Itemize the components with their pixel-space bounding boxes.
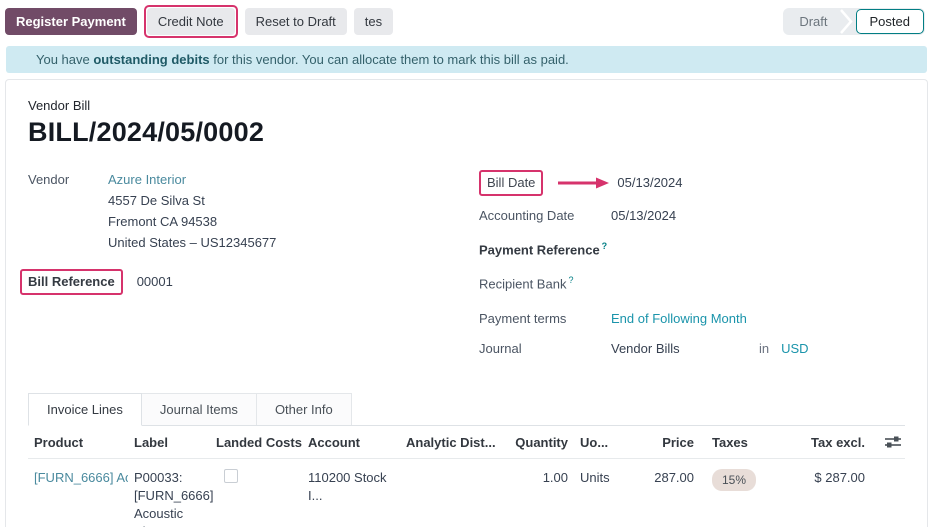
invoice-lines-header: Product Label Landed Costs Account Analy… xyxy=(28,426,905,459)
vendor-value: Azure Interior 4557 De Silva St Fremont … xyxy=(108,170,276,253)
tab-journal-items[interactable]: Journal Items xyxy=(142,393,257,425)
col-header-quantity[interactable]: Quantity xyxy=(496,435,574,450)
journal-label: Journal xyxy=(479,339,611,359)
help-icon[interactable]: ? xyxy=(568,275,573,285)
chevron-right-icon xyxy=(838,8,854,35)
banner-text-prefix: You have xyxy=(36,52,93,67)
line-taxes: 15% xyxy=(700,469,796,491)
col-header-analytic[interactable]: Analytic Dist... xyxy=(400,435,496,450)
payment-reference-field: Payment Reference? xyxy=(479,236,905,260)
line-quantity[interactable]: 1.00 xyxy=(496,469,574,487)
bill-reference-label: Bill Reference xyxy=(28,274,115,289)
status-draft[interactable]: Draft xyxy=(783,14,837,29)
banner-text-suffix: for this vendor. You can allocate them t… xyxy=(210,52,569,67)
help-icon[interactable]: ? xyxy=(602,241,608,251)
annotation-arrow-icon xyxy=(557,177,609,189)
payment-terms-field: Payment terms End of Following Month xyxy=(479,309,905,329)
line-label[interactable]: P00033: [FURN_6666] Acoustic Bloc Screen… xyxy=(128,469,210,527)
vendor-bill-page: Register Payment Credit Note Reset to Dr… xyxy=(0,0,933,527)
landed-costs-checkbox[interactable] xyxy=(224,469,238,483)
vendor-label: Vendor xyxy=(28,170,108,190)
outstanding-debits-link[interactable]: outstanding debits xyxy=(93,52,209,67)
accounting-date-value[interactable]: 05/13/2024 xyxy=(611,206,676,226)
bill-date-value[interactable]: 05/13/2024 xyxy=(617,173,682,193)
status-ribbon: Draft Posted xyxy=(783,8,925,35)
register-payment-button[interactable]: Register Payment xyxy=(5,8,137,35)
tax-badge[interactable]: 15% xyxy=(712,469,756,491)
notebook-tabs: Invoice Lines Journal Items Other Info xyxy=(28,393,905,426)
col-header-price[interactable]: Price xyxy=(632,435,700,450)
bill-form-sheet: Vendor Bill BILL/2024/05/0002 Vendor Azu… xyxy=(5,79,928,527)
journal-value[interactable]: Vendor Bills xyxy=(611,339,759,359)
accounting-date-field: Accounting Date 05/13/2024 xyxy=(479,206,905,226)
annotation-box-bill-date: Bill Date xyxy=(479,170,543,196)
toolbar-buttons: Register Payment Credit Note Reset to Dr… xyxy=(5,5,393,38)
bill-date-field: Bill Date 05/13/2024 xyxy=(479,170,905,196)
col-header-tax-excl[interactable]: Tax excl. xyxy=(796,435,871,450)
tes-button[interactable]: tes xyxy=(354,8,393,35)
accounting-date-label: Accounting Date xyxy=(479,206,611,226)
bill-reference-field: Bill Reference 00001 xyxy=(28,269,479,295)
annotation-box-credit-note: Credit Note xyxy=(144,5,238,38)
line-uom[interactable]: Units xyxy=(574,469,632,487)
col-header-product[interactable]: Product xyxy=(28,435,128,450)
vendor-field: Vendor Azure Interior 4557 De Silva St F… xyxy=(28,170,479,253)
col-header-uom[interactable]: Uo... xyxy=(574,435,632,450)
form-left-column: Vendor Azure Interior 4557 De Silva St F… xyxy=(28,170,479,369)
line-product-link[interactable]: [FURN_6666] Acoustic Bloc Screens xyxy=(28,469,128,487)
tab-other-info[interactable]: Other Info xyxy=(257,393,352,425)
col-header-label[interactable]: Label xyxy=(128,435,210,450)
reset-to-draft-button[interactable]: Reset to Draft xyxy=(245,8,347,35)
invoice-line-row[interactable]: [FURN_6666] Acoustic Bloc Screens P00033… xyxy=(28,459,905,527)
optional-columns-icon[interactable] xyxy=(871,435,905,449)
payment-terms-link[interactable]: End of Following Month xyxy=(611,309,747,329)
vendor-address-line1: 4557 De Silva St xyxy=(108,190,276,211)
vendor-address-line2: Fremont CA 94538 xyxy=(108,211,276,232)
document-type-label: Vendor Bill xyxy=(28,98,905,113)
payment-reference-label: Payment Reference? xyxy=(479,236,611,260)
status-posted[interactable]: Posted xyxy=(856,9,924,34)
bill-reference-value[interactable]: 00001 xyxy=(137,272,173,292)
annotation-box-bill-reference: Bill Reference xyxy=(20,269,123,295)
vendor-address-line3: United States – US12345677 xyxy=(108,232,276,253)
journal-currency-link[interactable]: USD xyxy=(781,339,808,359)
credit-note-button[interactable]: Credit Note xyxy=(147,8,235,35)
line-landed-costs xyxy=(210,469,302,488)
vendor-name-link[interactable]: Azure Interior xyxy=(108,172,186,187)
recipient-bank-label: Recipient Bank? xyxy=(479,270,611,294)
tab-invoice-lines[interactable]: Invoice Lines xyxy=(28,393,142,426)
col-header-taxes[interactable]: Taxes xyxy=(700,435,796,450)
col-header-account[interactable]: Account xyxy=(302,435,400,450)
form-right-column: Bill Date 05/13/2024 Accounting Date 05/… xyxy=(479,170,905,369)
journal-in-word: in xyxy=(759,339,769,359)
form-fields: Vendor Azure Interior 4557 De Silva St F… xyxy=(28,170,905,369)
bill-number-title: BILL/2024/05/0002 xyxy=(28,117,905,148)
journal-field: Journal Vendor Bills in USD xyxy=(479,339,905,359)
col-header-landed-costs[interactable]: Landed Costs xyxy=(210,435,302,450)
line-account[interactable]: 110200 Stock I... xyxy=(302,469,400,505)
recipient-bank-field: Recipient Bank? xyxy=(479,270,905,294)
line-price[interactable]: 287.00 xyxy=(632,469,700,487)
bill-date-label: Bill Date xyxy=(487,175,535,190)
outstanding-debits-banner: You have outstanding debits for this ven… xyxy=(6,46,927,73)
payment-terms-label: Payment terms xyxy=(479,309,611,329)
line-tax-excl: $ 287.00 xyxy=(796,469,871,487)
toolbar: Register Payment Credit Note Reset to Dr… xyxy=(0,0,933,43)
